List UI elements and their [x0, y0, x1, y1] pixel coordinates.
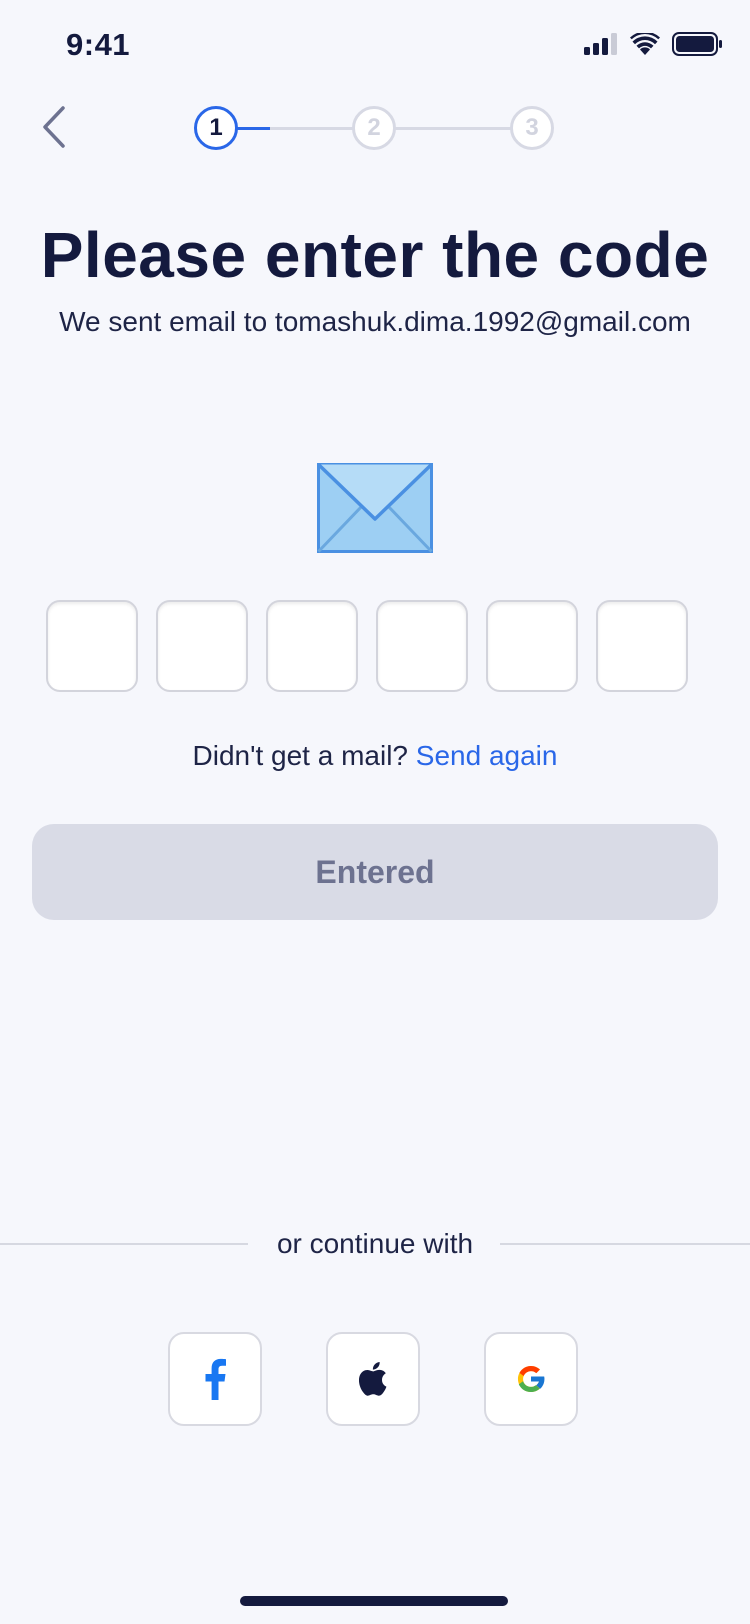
wifi-icon [630, 33, 660, 55]
facebook-login-button[interactable] [168, 1332, 262, 1426]
google-login-button[interactable] [484, 1332, 578, 1426]
social-login-buttons [168, 1332, 578, 1426]
page-title: Please enter the code [40, 219, 710, 291]
page-subtitle: We sent email to tomashuk.dima.1992@gmai… [59, 306, 691, 337]
step-3: 3 [510, 106, 554, 150]
apple-icon [359, 1362, 387, 1396]
step-connector-progress [236, 127, 270, 130]
otp-digit-6[interactable] [596, 600, 688, 692]
otp-digit-2[interactable] [156, 600, 248, 692]
otp-digit-3[interactable] [266, 600, 358, 692]
back-button[interactable] [36, 104, 72, 150]
entered-button[interactable]: Entered [32, 824, 718, 920]
send-again-link[interactable]: Send again [416, 740, 558, 771]
otp-code-input [46, 600, 688, 692]
apple-login-button[interactable] [326, 1332, 420, 1426]
envelope-icon [317, 463, 433, 553]
step-2: 2 [352, 106, 396, 150]
cellular-signal-icon [584, 33, 617, 55]
progress-stepper: 1 2 3 [194, 106, 554, 150]
step-1: 1 [194, 106, 238, 150]
battery-icon [672, 32, 722, 56]
status-time: 9:41 [66, 27, 131, 62]
resend-prompt: Didn't get a mail? [192, 740, 408, 771]
status-bar: 9:41 [0, 0, 750, 90]
google-icon [517, 1365, 545, 1393]
resend-row: Didn't get a mail? Send again [0, 740, 750, 772]
step-connector [394, 127, 512, 130]
chevron-left-icon [43, 106, 65, 148]
facebook-icon [205, 1358, 226, 1400]
otp-digit-5[interactable] [486, 600, 578, 692]
or-continue-divider: or continue with [0, 1222, 750, 1266]
status-icons [584, 32, 722, 56]
home-indicator[interactable] [240, 1596, 508, 1606]
otp-digit-1[interactable] [46, 600, 138, 692]
otp-digit-4[interactable] [376, 600, 468, 692]
divider-text: or continue with [276, 1228, 474, 1259]
